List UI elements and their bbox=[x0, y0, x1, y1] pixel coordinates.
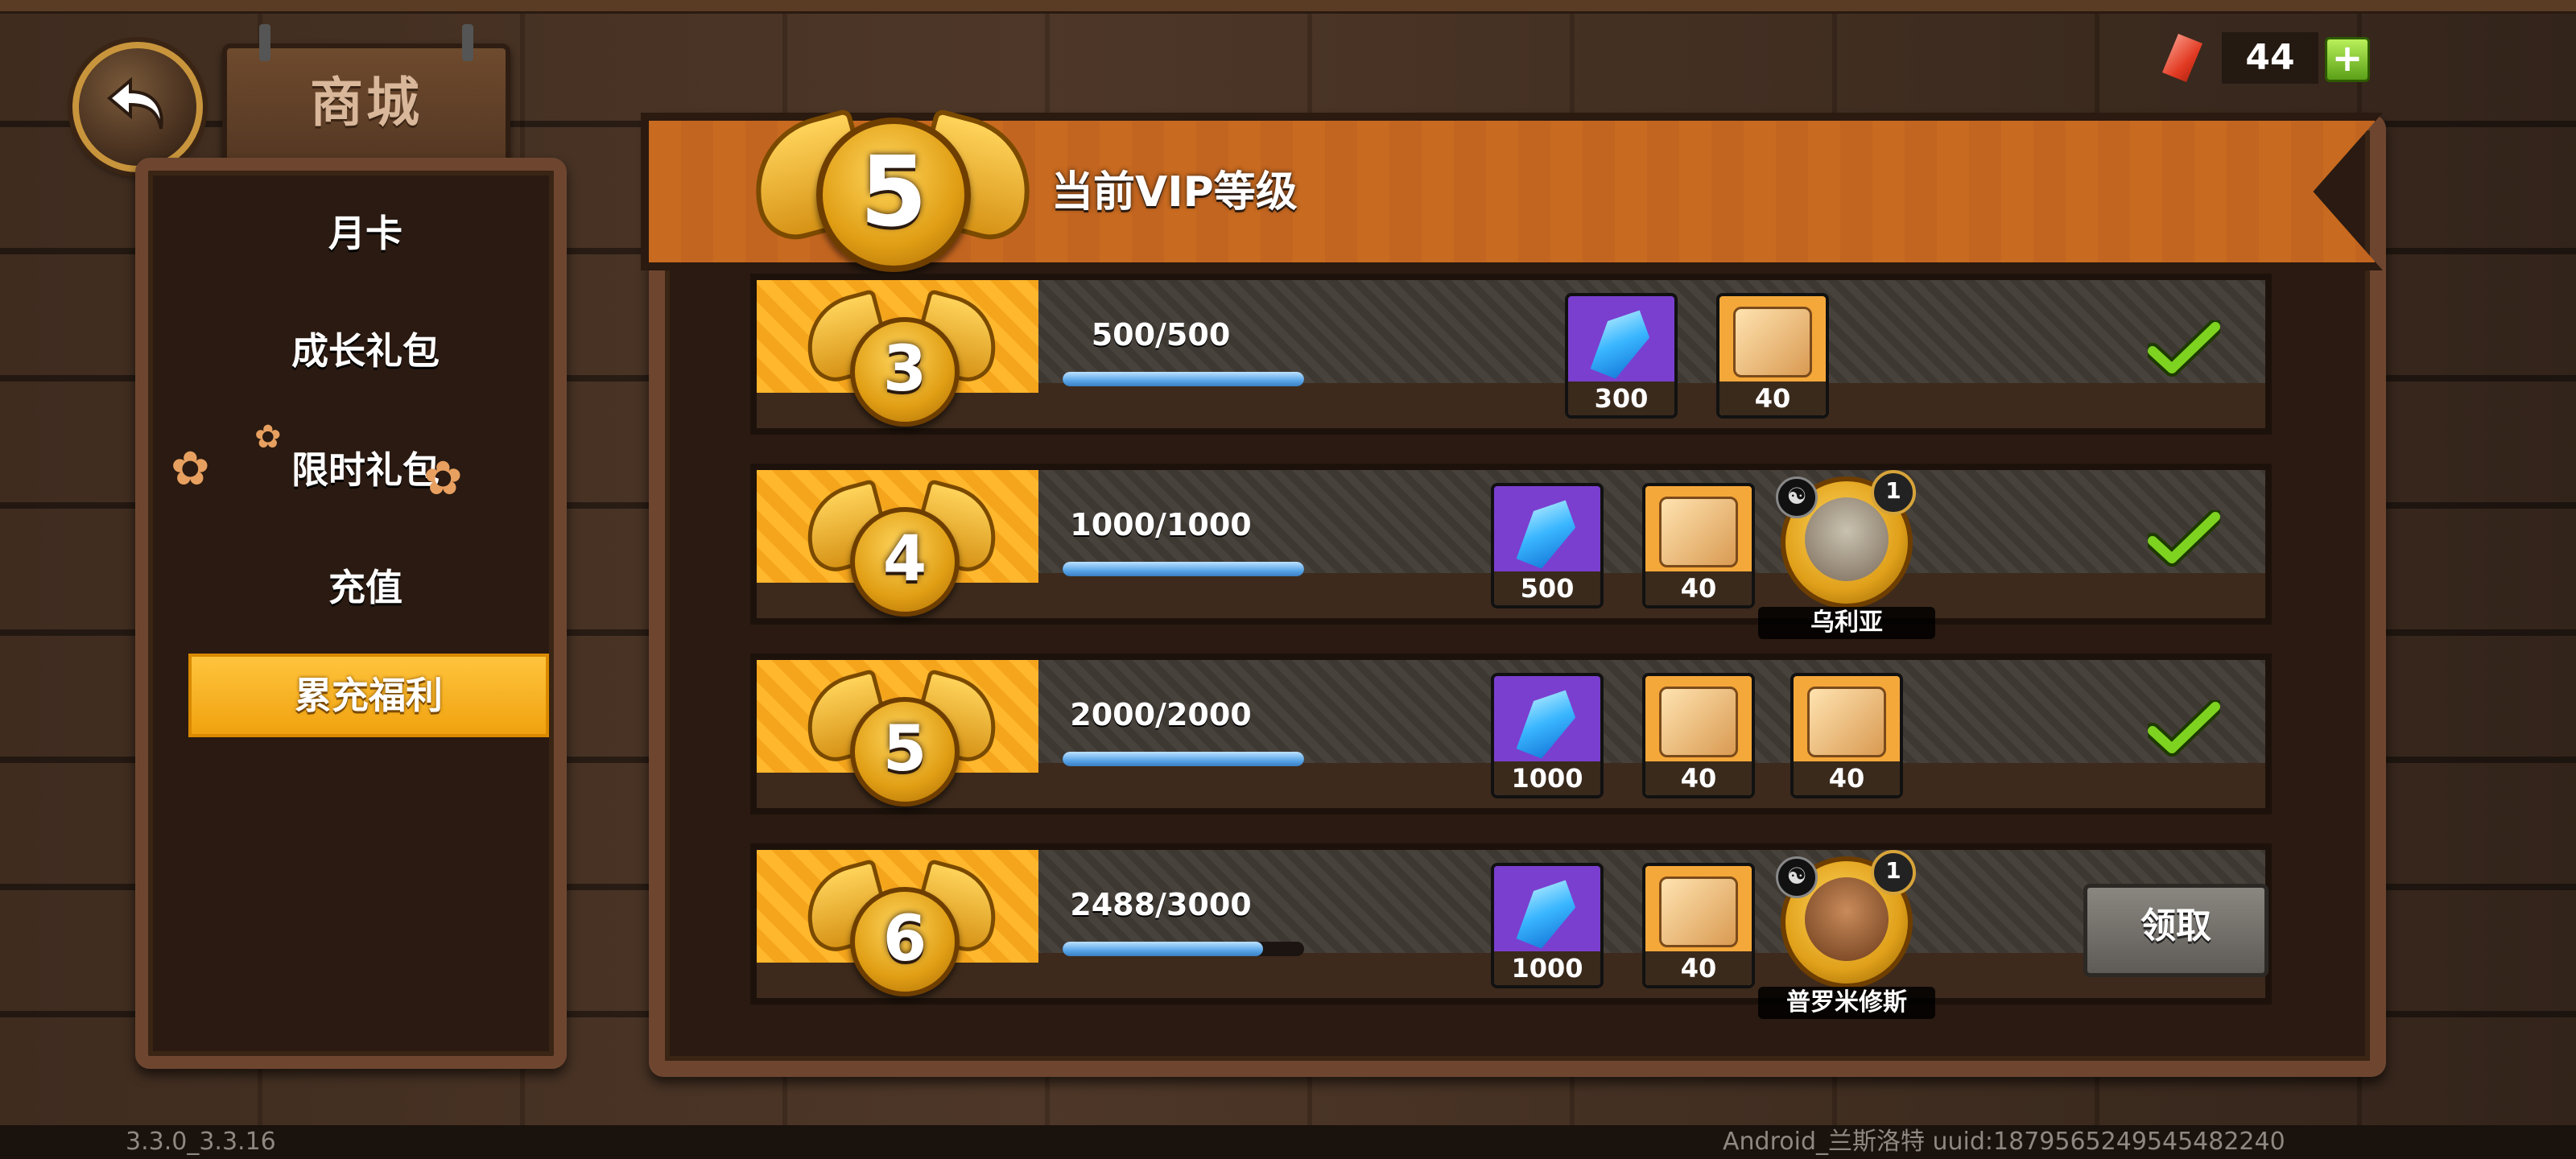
progress-fill bbox=[1063, 752, 1304, 766]
progress-bar bbox=[1063, 562, 1304, 576]
back-arrow-icon bbox=[106, 76, 163, 130]
element-icon: ☯ bbox=[1776, 856, 1818, 898]
vip-tier-row: 4 1000/1000 500 40 ☯ 1 乌利亚 bbox=[750, 464, 2272, 639]
vip-tier-row: 6 2488/3000 1000 40 ☯ 1 普罗米修斯 领取 bbox=[750, 843, 2272, 1019]
shop-menu-panel: 月卡 成长礼包 限时礼包 充值 累充福利 bbox=[135, 158, 567, 1069]
shop-title-sign: 商城 bbox=[222, 24, 510, 166]
puzzle-fragment-icon bbox=[1659, 497, 1738, 567]
reward-gem[interactable]: 1000 bbox=[1491, 863, 1604, 988]
menu-item-growth-pack[interactable]: 成长礼包 bbox=[188, 312, 543, 390]
hero-level: 1 bbox=[1871, 850, 1916, 895]
reward-hero-fragment[interactable]: 40 bbox=[1716, 293, 1829, 419]
add-currency-button[interactable]: + bbox=[2325, 37, 2370, 82]
reward-qty: 40 bbox=[1645, 761, 1752, 795]
checkmark-icon bbox=[2148, 700, 2220, 757]
puzzle-fragment-icon bbox=[1733, 307, 1812, 377]
progress-text: 1000/1000 bbox=[1070, 507, 1252, 542]
puzzle-fragment-icon bbox=[1807, 687, 1886, 757]
reward-qty: 40 bbox=[1794, 761, 1900, 795]
version-text: 3.3.0_3.3.16 bbox=[126, 1128, 276, 1156]
tier-badge: 4 bbox=[795, 473, 1008, 618]
flower-icon: ✿ bbox=[254, 419, 282, 456]
currency-value: 44 bbox=[2222, 32, 2318, 84]
hero-level: 1 bbox=[1871, 470, 1916, 515]
reward-qty: 300 bbox=[1568, 382, 1674, 415]
reward-hero-fragment[interactable]: 40 bbox=[1642, 863, 1755, 988]
progress-text: 2488/3000 bbox=[1070, 887, 1252, 922]
blue-gem-icon bbox=[1582, 302, 1661, 382]
hero-name: 普罗米修斯 bbox=[1758, 987, 1935, 1019]
reward-hero[interactable]: ☯ 1 bbox=[1776, 470, 1916, 608]
reward-qty: 40 bbox=[1645, 571, 1752, 605]
reward-hero-fragment[interactable]: 40 bbox=[1642, 483, 1755, 608]
checkmark-icon bbox=[2148, 510, 2220, 567]
reward-qty: 40 bbox=[1719, 382, 1826, 415]
reward-gem[interactable]: 1000 bbox=[1491, 673, 1604, 798]
hero-portrait-icon bbox=[1805, 877, 1889, 961]
tier-level: 5 bbox=[850, 697, 960, 806]
tier-badge: 6 bbox=[795, 853, 1008, 998]
current-vip-badge: 5 bbox=[739, 97, 1046, 272]
puzzle-fragment-icon bbox=[1659, 876, 1738, 947]
blue-gem-icon bbox=[1508, 682, 1587, 761]
element-icon: ☯ bbox=[1776, 476, 1818, 518]
blue-gem-icon bbox=[1508, 872, 1587, 951]
reward-qty: 1000 bbox=[1494, 761, 1600, 795]
device-uuid-text: Android_兰斯洛特 uuid:1879565249545482240 bbox=[1723, 1128, 2285, 1156]
vip-tier-row: 3 500/500 300 40 bbox=[750, 274, 2272, 435]
menu-item-monthly-card[interactable]: 月卡 bbox=[188, 195, 543, 272]
reward-qty: 1000 bbox=[1494, 951, 1600, 985]
top-frame bbox=[0, 0, 2576, 14]
progress-fill bbox=[1063, 562, 1304, 576]
blue-gem-icon bbox=[1508, 492, 1587, 571]
page-title: 商城 bbox=[310, 72, 423, 134]
progress-bar bbox=[1063, 752, 1304, 766]
reward-gem[interactable]: 500 bbox=[1491, 483, 1604, 608]
reward-qty: 40 bbox=[1645, 951, 1752, 985]
flower-icon: ✿ bbox=[171, 441, 210, 496]
current-vip-level: 5 bbox=[816, 118, 971, 272]
tier-level: 6 bbox=[850, 887, 960, 996]
reward-hero-fragment[interactable]: 40 bbox=[1790, 673, 1903, 798]
tier-level: 4 bbox=[850, 507, 960, 617]
currency-display: 44 + bbox=[2157, 32, 2372, 84]
menu-item-recharge[interactable]: 充值 bbox=[188, 549, 543, 626]
hero-portrait-icon bbox=[1805, 497, 1889, 581]
checkmark-icon bbox=[2148, 320, 2220, 377]
progress-fill bbox=[1063, 372, 1304, 386]
red-crystal-icon bbox=[2162, 34, 2202, 82]
flower-icon: ✿ bbox=[423, 451, 463, 505]
progress-text: 2000/2000 bbox=[1070, 697, 1252, 732]
hero-name: 乌利亚 bbox=[1758, 607, 1935, 639]
progress-bar bbox=[1063, 942, 1304, 956]
tier-level: 3 bbox=[850, 317, 960, 427]
menu-item-limited-pack[interactable]: 限时礼包 bbox=[188, 431, 543, 509]
vip-tier-row: 5 2000/2000 1000 40 40 bbox=[750, 654, 2272, 815]
menu-item-cumulative-bonus[interactable]: 累充福利 bbox=[188, 654, 549, 737]
tier-badge: 5 bbox=[795, 663, 1008, 808]
vip-banner-title: 当前VIP等级 bbox=[1051, 168, 1298, 217]
tier-badge: 3 bbox=[795, 283, 1008, 428]
claim-button[interactable]: 领取 bbox=[2083, 884, 2268, 977]
back-button[interactable] bbox=[72, 42, 203, 172]
puzzle-fragment-icon bbox=[1659, 687, 1738, 757]
progress-bar bbox=[1063, 372, 1304, 386]
progress-text: 500/500 bbox=[1091, 317, 1231, 353]
reward-hero[interactable]: ☯ 1 bbox=[1776, 850, 1916, 988]
reward-hero-fragment[interactable]: 40 bbox=[1642, 673, 1755, 798]
reward-gem[interactable]: 300 bbox=[1565, 293, 1678, 419]
reward-qty: 500 bbox=[1494, 571, 1600, 605]
progress-fill bbox=[1063, 942, 1263, 956]
